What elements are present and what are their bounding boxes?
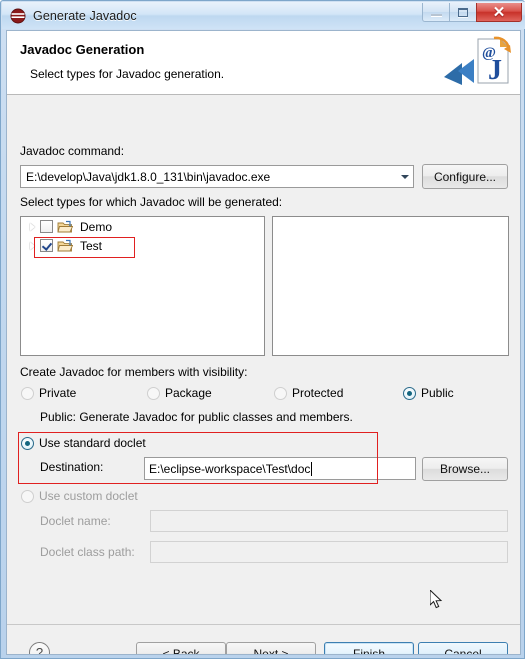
text-caret [311, 461, 313, 476]
help-icon-label: ? [35, 645, 44, 655]
visibility-description: Public: Generate Javadoc for public clas… [40, 410, 353, 424]
javadoc-app-icon [10, 8, 26, 24]
radio-use-custom-doclet[interactable]: Use custom doclet [21, 489, 138, 503]
destination-label: Destination: [40, 460, 104, 474]
radio-use-standard-doclet[interactable]: Use standard doclet [21, 436, 146, 450]
radio-indicator [21, 436, 34, 450]
radio-indicator [403, 386, 416, 400]
maximize-icon [458, 7, 468, 17]
configure-button[interactable]: Configure... [422, 164, 508, 189]
svg-text:J: J [488, 55, 502, 86]
doclet-name-label: Doclet name: [40, 514, 111, 528]
window-title: Generate Javadoc [33, 8, 137, 23]
radio-protected[interactable]: Protected [274, 386, 343, 400]
javadoc-command-combo[interactable]: E:\develop\Java\jdk1.8.0_131\bin\javadoc… [20, 165, 414, 188]
generate-javadoc-dialog: Generate Javadoc ✕ Javadoc Generation Se… [0, 0, 525, 659]
expand-arrow-icon[interactable] [25, 222, 40, 231]
doclet-class-path-label: Doclet class path: [40, 545, 135, 559]
radio-label: Use standard doclet [39, 436, 146, 450]
browse-button[interactable]: Browse... [422, 457, 508, 481]
tree-checkbox[interactable] [40, 239, 53, 252]
javadoc-command-label: Javadoc command: [20, 144, 125, 158]
title-bar[interactable]: Generate Javadoc ✕ [2, 2, 525, 29]
radio-private[interactable]: Private [21, 386, 76, 400]
footer-divider [7, 624, 520, 625]
tree-item-label: Test [80, 238, 103, 253]
dialog-client-area: Javadoc Generation Select types for Java… [6, 30, 521, 655]
javadoc-page-icon: @ J [444, 33, 514, 93]
radio-indicator [274, 386, 287, 400]
destination-value: E:\eclipse-workspace\Test\doc [149, 461, 311, 476]
radio-indicator [21, 386, 34, 400]
radio-indicator [21, 489, 34, 503]
package-icon [57, 220, 74, 234]
radio-label: Use custom doclet [39, 489, 138, 503]
tree-checkbox[interactable] [40, 220, 53, 233]
destination-input[interactable]: E:\eclipse-workspace\Test\doc [144, 457, 416, 480]
tree-row[interactable]: Test [21, 236, 264, 255]
doclet-class-path-input[interactable] [150, 541, 508, 563]
back-button[interactable]: < Back [136, 642, 226, 654]
wizard-header: Javadoc Generation Select types for Java… [7, 31, 520, 95]
radio-public[interactable]: Public [403, 386, 454, 400]
radio-label: Private [39, 386, 77, 400]
radio-indicator [147, 386, 160, 400]
package-icon [57, 239, 74, 253]
minimize-icon [430, 13, 442, 16]
minimize-button[interactable] [422, 3, 450, 22]
close-button[interactable]: ✕ [476, 3, 522, 22]
expand-arrow-icon[interactable] [25, 241, 40, 250]
radio-label: Public [421, 386, 454, 400]
help-button[interactable]: ? [29, 642, 50, 655]
tree-item-label: Demo [80, 219, 113, 234]
radio-label: Package [165, 386, 212, 400]
maximize-button[interactable] [449, 3, 477, 22]
select-types-label: Select types for which Javadoc will be g… [20, 195, 283, 209]
cancel-button[interactable]: Cancel [418, 642, 508, 654]
types-tree[interactable]: Demo Test [20, 216, 265, 356]
types-members-list[interactable] [272, 216, 509, 356]
tree-row[interactable]: Demo [21, 217, 264, 236]
page-title: Javadoc Generation [20, 42, 145, 57]
doclet-name-input[interactable] [150, 510, 508, 532]
window-controls: ✕ [422, 3, 522, 25]
radio-label: Protected [292, 386, 344, 400]
next-button[interactable]: Next > [226, 642, 316, 654]
javadoc-command-value: E:\develop\Java\jdk1.8.0_131\bin\javadoc… [26, 169, 271, 184]
chevron-down-icon[interactable] [396, 166, 413, 187]
finish-button[interactable]: Finish [324, 642, 414, 654]
radio-package[interactable]: Package [147, 386, 212, 400]
visibility-label: Create Javadoc for members with visibili… [20, 365, 248, 379]
close-icon: ✕ [492, 3, 506, 21]
page-subtitle: Select types for Javadoc generation. [30, 67, 225, 81]
